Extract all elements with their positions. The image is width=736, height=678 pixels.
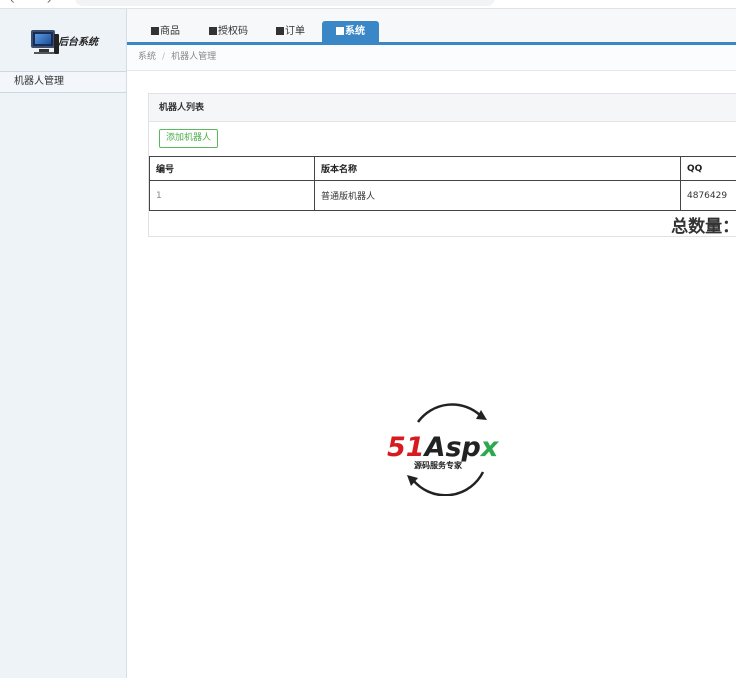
robot-list-panel: 机器人列表 添加机器人 编号 版本名称 QQ 1 普通版机器人 4876429 … xyxy=(148,93,736,237)
robot-table: 编号 版本名称 QQ 1 普通版机器人 4876429 xyxy=(149,156,736,211)
total-count: 总数量：1 xyxy=(671,217,736,237)
sidebar-item-robot-management[interactable]: 机器人管理 xyxy=(0,71,126,93)
monitor-base xyxy=(34,52,54,54)
address-bar[interactable] xyxy=(75,0,495,6)
tab-products[interactable]: 商品 xyxy=(151,21,180,42)
breadcrumb-separator: / xyxy=(162,52,166,62)
computer-monitor-icon xyxy=(31,30,55,48)
cart-icon xyxy=(276,27,284,35)
panel-title: 机器人列表 xyxy=(149,94,736,122)
column-header-version-name: 版本名称 xyxy=(314,156,681,181)
cell-id: 1 xyxy=(149,180,315,211)
sidebar: 后台系统 机器人管理 xyxy=(0,9,127,678)
tab-orders[interactable]: 订单 xyxy=(276,21,305,42)
table-row[interactable]: 1 普通版机器人 4876429 xyxy=(149,180,736,211)
column-header-id: 编号 xyxy=(149,156,315,181)
add-robot-button[interactable]: 添加机器人 xyxy=(159,129,219,148)
breadcrumb-item-system[interactable]: 系统 xyxy=(138,52,156,62)
table-header-row: 编号 版本名称 QQ xyxy=(149,156,736,181)
logo: 后台系统 xyxy=(28,28,108,56)
document-icon xyxy=(209,27,217,35)
top-navigation: 商品 授权码 订单 系统 xyxy=(127,9,736,45)
breadcrumb-item-robot-management: 机器人管理 xyxy=(171,52,217,62)
browser-toolbar: ‹ › ⟳ xyxy=(0,0,736,9)
watermark-tagline: 源码服务专家 xyxy=(414,460,463,470)
document-icon xyxy=(151,27,159,35)
logo-title: 后台系统 xyxy=(58,37,98,48)
tab-system[interactable]: 系统 xyxy=(322,21,379,42)
document-icon xyxy=(336,27,344,35)
cell-version-name: 普通版机器人 xyxy=(314,180,681,211)
cell-qq: 4876429 xyxy=(680,180,736,211)
tab-license-codes[interactable]: 授权码 xyxy=(209,21,248,42)
column-header-qq: QQ xyxy=(680,156,736,181)
watermark-logo: 51Aspx 源码服务专家 xyxy=(387,403,500,496)
watermark-brand: 51Aspx xyxy=(387,432,500,463)
breadcrumb: 系统 / 机器人管理 xyxy=(127,45,736,71)
